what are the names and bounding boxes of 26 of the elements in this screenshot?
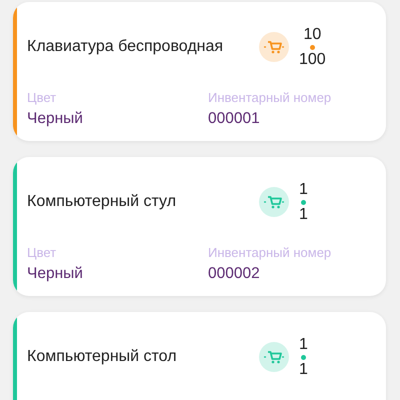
item-name: Компьютерный стул [27, 193, 178, 211]
separator-dot [300, 200, 306, 204]
cart-icon [259, 187, 289, 217]
separator-dot [300, 354, 306, 360]
count-text: 1 [299, 362, 308, 378]
count-text: 1 [299, 182, 308, 198]
item-name: Клавиатура беспроводная [27, 38, 224, 56]
field-value: 000001 [208, 110, 261, 128]
item-card[interactable]: Компьютерный стул 1 1 Цвет Черный Инвентарный номер 000002 [13, 157, 386, 296]
item-card[interactable]: Клавиатура беспроводная 10 100 Цвет Черный Инвентарный номер 000001 [13, 2, 386, 141]
item-name: Компьютерный стол [27, 348, 178, 366]
field-label: Инвентарный номер [208, 245, 332, 260]
field-label: Цвет [27, 90, 58, 105]
item-card[interactable]: Компьютерный стол 1 1 [13, 312, 386, 400]
count-text: 10 [303, 26, 322, 42]
count-text: 1 [299, 336, 308, 352]
count-text: 1 [299, 206, 308, 222]
cart-icon [259, 342, 289, 372]
field-label: Инвентарный номер [208, 90, 332, 105]
field-value: Черный [27, 110, 84, 128]
count-text: 100 [299, 52, 326, 68]
field-label: Цвет [27, 245, 58, 260]
field-value: Черный [27, 265, 84, 283]
cart-icon [259, 32, 289, 62]
separator-dot [310, 44, 315, 50]
field-value: 000002 [208, 265, 261, 283]
